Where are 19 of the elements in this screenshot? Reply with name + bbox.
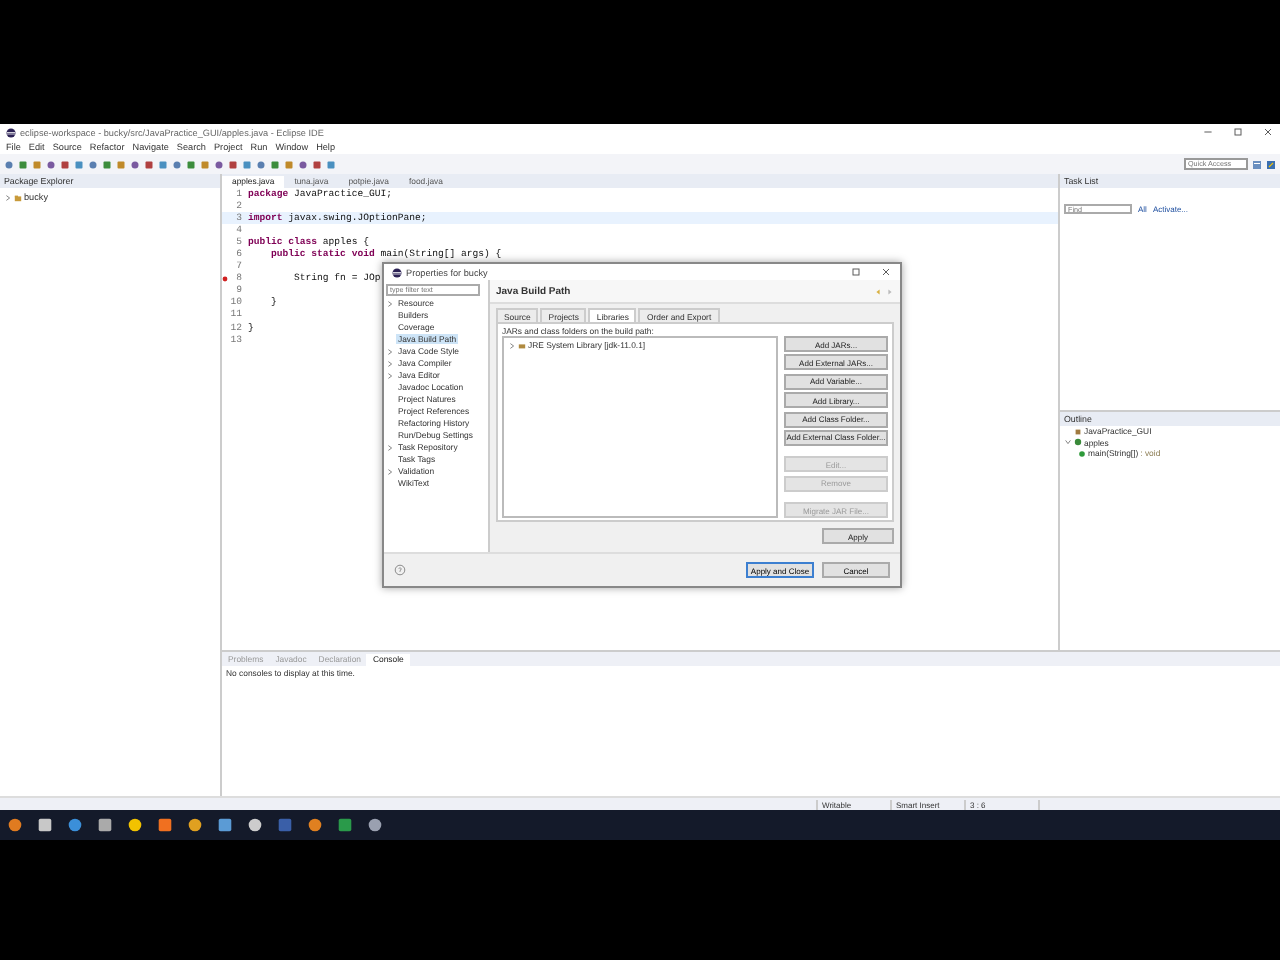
package-icon	[1074, 427, 1082, 436]
perspective-icon[interactable]	[1252, 159, 1262, 169]
minimize-icon[interactable]	[1202, 126, 1214, 138]
expand-icon[interactable]	[4, 193, 12, 202]
expand-icon[interactable]	[508, 341, 516, 350]
help-icon[interactable]	[394, 564, 406, 576]
project-icon	[14, 193, 22, 202]
expand-icon[interactable]	[386, 299, 394, 308]
expand-icon[interactable]	[1064, 438, 1072, 447]
class-icon	[1074, 438, 1082, 447]
maximize-icon[interactable]	[1232, 126, 1244, 138]
maximize-icon[interactable]	[850, 266, 862, 278]
expand-icon[interactable]	[386, 443, 394, 452]
java-perspective-icon[interactable]	[1266, 159, 1276, 169]
close-icon[interactable]	[880, 266, 892, 278]
library-icon	[518, 341, 526, 350]
expand-icon[interactable]	[386, 467, 394, 476]
close-icon[interactable]	[1262, 126, 1274, 138]
method-icon	[1078, 449, 1086, 458]
